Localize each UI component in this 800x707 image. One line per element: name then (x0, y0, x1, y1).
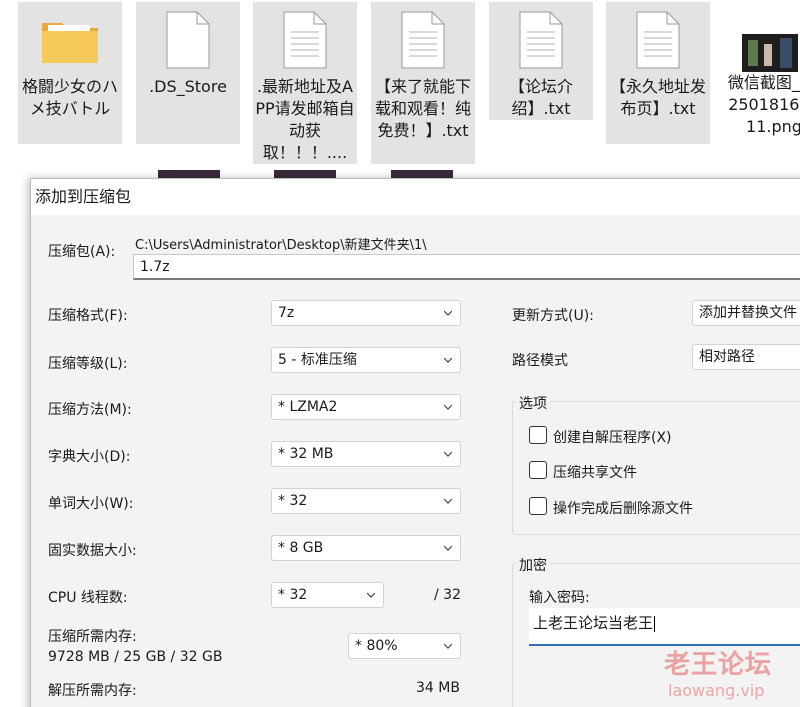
path-mode-value: 相对路径 (699, 349, 755, 365)
update-mode-select[interactable]: 添加并替换文件 (692, 300, 800, 326)
chevron-down-icon (444, 643, 452, 649)
desktop-file-item[interactable]: 【永久地址发布页】.txt (606, 2, 710, 144)
delete-after-checkbox[interactable] (529, 497, 547, 515)
compress-memory-value: 9728 MB / 25 GB / 32 GB (48, 649, 223, 665)
chevron-down-icon (444, 545, 452, 551)
format-value: 7z (278, 305, 295, 321)
archive-name-input[interactable]: 1.7z (133, 254, 800, 280)
path-mode-select[interactable]: 相对路径 (692, 344, 800, 370)
password-input[interactable]: 上老王论坛当老王 (529, 608, 800, 646)
word-size-value: * 32 (278, 493, 308, 509)
dictionary-label: 字典大小(D): (48, 449, 131, 465)
desktop-item-label: 【永久地址发布页】.txt (609, 77, 706, 118)
method-select[interactable]: * LZMA2 (271, 394, 461, 420)
password-value: 上老王论坛当老王 (533, 614, 654, 632)
desktop-item-label: 格闘少女のハメ技バトル (21, 77, 118, 118)
dictionary-value: * 32 MB (278, 446, 334, 462)
path-mode-label: 路径模式 (512, 353, 568, 369)
decompress-memory-label: 解压所需内存: (48, 683, 137, 699)
update-mode-value: 添加并替换文件 (699, 305, 797, 321)
chevron-down-icon (444, 451, 452, 457)
compress-memory-label: 压缩所需内存: (48, 629, 137, 645)
text-caret (654, 615, 656, 632)
decompress-memory-value: 34 MB (416, 680, 460, 696)
delete-after-label: 操作完成后删除源文件 (553, 501, 693, 517)
text-file-icon (275, 8, 335, 72)
text-file-icon (393, 8, 453, 72)
encryption-title: 加密 (516, 555, 550, 575)
cpu-threads-value: * 32 (278, 587, 308, 603)
format-select[interactable]: 7z (271, 300, 461, 326)
cpu-threads-select[interactable]: * 32 (271, 582, 384, 608)
chevron-down-icon (367, 592, 375, 598)
options-title: 选项 (516, 393, 550, 413)
shared-files-checkbox[interactable] (529, 461, 547, 479)
level-label: 压缩等级(L): (48, 356, 128, 372)
cpu-threads-label: CPU 线程数: (48, 590, 128, 606)
solid-block-label: 固实数据大小: (48, 543, 137, 559)
text-file-icon (511, 8, 571, 72)
method-value: * LZMA2 (278, 399, 338, 415)
image-thumbnail-icon[interactable] (742, 34, 798, 72)
text-file-icon (628, 8, 688, 72)
add-to-archive-dialog: 添加到压缩包 压缩包(A): C:\Users\Administrator\De… (30, 178, 800, 707)
chevron-down-icon (444, 404, 452, 410)
sfx-checkbox[interactable] (529, 426, 547, 444)
password-label: 输入密码: (529, 590, 590, 606)
format-label: 压缩格式(F): (48, 308, 128, 324)
desktop-file-item[interactable]: 【来了就能下载和观看！纯免费！】.txt (371, 2, 475, 164)
archive-path: C:\Users\Administrator\Desktop\新建文件夹\1\ (135, 238, 427, 253)
word-size-label: 单词大小(W): (48, 496, 134, 512)
chevron-down-icon (444, 310, 452, 316)
shared-files-label: 压缩共享文件 (553, 465, 637, 481)
desktop-file-item[interactable]: 【论坛介绍】.txt (489, 2, 593, 120)
level-select[interactable]: 5 - 标准压缩 (271, 347, 461, 373)
desktop-item-label: 【来了就能下载和观看！纯免费！】.txt (374, 77, 471, 140)
archive-label: 压缩包(A): (48, 244, 116, 260)
watermark-title: 老王论坛 (664, 650, 773, 680)
dialog-title: 添加到压缩包 (31, 179, 800, 215)
solid-block-select[interactable]: * 8 GB (271, 535, 461, 561)
solid-block-value: * 8 GB (278, 540, 324, 556)
word-size-select[interactable]: * 32 (271, 488, 461, 514)
desktop-item-label: 微信截图_2025018165111.png (727, 73, 800, 136)
desktop-file-item[interactable]: .最新地址及APP请发邮箱自动获取！！！.... (253, 2, 357, 164)
dictionary-select[interactable]: * 32 MB (271, 441, 461, 467)
memory-usage-value: * 80% (355, 638, 398, 654)
folder-icon (40, 8, 100, 72)
chevron-down-icon (444, 357, 452, 363)
memory-usage-select[interactable]: * 80% (348, 633, 461, 659)
level-value: 5 - 标准压缩 (278, 352, 357, 368)
cpu-threads-max: / 32 (434, 587, 461, 603)
desktop-item-label: .最新地址及APP请发邮箱自动获取！！！.... (255, 77, 355, 162)
watermark-url: laowang.vip (668, 681, 765, 700)
desktop-file-item[interactable]: .DS_Store (136, 2, 240, 144)
desktop-item-label: 【论坛介绍】.txt (508, 77, 573, 118)
chevron-down-icon (444, 498, 452, 504)
desktop-item-label: .DS_Store (149, 77, 227, 96)
update-mode-label: 更新方式(U): (512, 308, 594, 324)
desktop-folder-item[interactable]: 格闘少女のハメ技バトル (18, 2, 122, 144)
blank-file-icon (158, 8, 218, 72)
sfx-label: 创建自解压程序(X) (553, 430, 672, 446)
method-label: 压缩方法(M): (48, 402, 132, 418)
